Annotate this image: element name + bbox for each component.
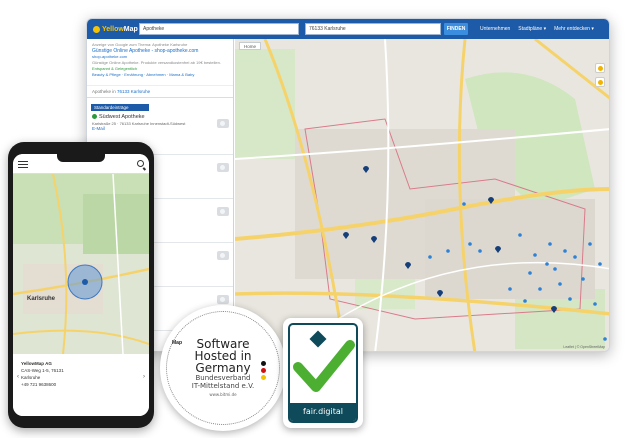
fair-digital-label: fair.digital <box>290 403 356 421</box>
search-icon[interactable] <box>137 160 144 167</box>
results-location-link[interactable]: 76133 Karlsruhe <box>117 89 150 94</box>
hamburger-menu-icon[interactable] <box>18 161 28 168</box>
software-hosted-in-germany-seal: Software Hosted in Germany Bundesverband… <box>160 305 286 431</box>
next-arrow-icon[interactable]: › <box>143 374 145 381</box>
fair-digital-badge: fair.digital <box>283 318 363 428</box>
flag-dot-gold <box>261 375 266 380</box>
ad-sitelink[interactable]: Beauty & Pflege <box>92 72 121 77</box>
main-nav: Unternehmen Stadtpläne ▾ Mehr entdecken … <box>480 19 594 39</box>
phone-notch <box>57 154 105 162</box>
ad-sitelinks: Beauty & Pflege · Ernährung · Abnehmen ·… <box>92 72 195 77</box>
tab-home[interactable]: Home <box>239 42 262 50</box>
search-where-input[interactable]: 76133 Karlsruhe <box>305 23 441 35</box>
find-button[interactable]: FINDEN <box>444 23 468 35</box>
ad-sitelink[interactable]: Ernährung <box>124 72 143 77</box>
business-city: Karlsruhe <box>21 375 41 380</box>
mobile-phone: Karlsruhe YellowMap AG CAS-Weg 1-5, 7613… <box>8 142 154 428</box>
email-link[interactable]: E-Mail <box>92 126 228 132</box>
top-navigation-bar: Yellow Map Apotheke 76133 Karlsruhe FINDE… <box>87 19 609 39</box>
camera-icon <box>217 207 229 216</box>
nav-item-mehr-entdecken[interactable]: Mehr entdecken ▾ <box>554 26 594 32</box>
previous-arrow-icon[interactable]: ‹ <box>17 374 19 381</box>
tab-standard-entries[interactable]: Standardeinträge <box>91 104 149 111</box>
map-watermark: Map <box>172 340 182 346</box>
map-city-label: Karlsruhe <box>27 296 56 302</box>
city-map[interactable] <box>235 39 610 352</box>
nav-item-unternehmen[interactable]: Unternehmen <box>480 26 510 32</box>
phone-screen: Karlsruhe YellowMap AG CAS-Weg 1-5, 7613… <box>13 154 149 416</box>
verified-check-icon <box>92 114 97 120</box>
nav-item-stadtplaene[interactable]: Stadtpläne ▾ <box>518 26 546 32</box>
promo-composition: Yellow Map Apotheke 76133 Karlsruhe FINDE… <box>0 0 630 438</box>
sponsored-ad: Anzeige von Google zum Thema: Apotheke K… <box>87 39 233 81</box>
camera-icon <box>217 295 229 304</box>
business-phone[interactable]: +49 721 9638600 <box>21 381 141 388</box>
business-name: YellowMap AG <box>21 361 52 366</box>
layer-control-button[interactable] <box>595 63 605 73</box>
results-heading: Apotheke in 76133 Karlsruhe <box>87 85 233 98</box>
business-street: CAS-Weg 1-5, 76131 <box>21 368 64 373</box>
brand-logo[interactable]: Yellow Map <box>93 25 138 33</box>
flag-dot-red <box>261 368 266 373</box>
phone-map[interactable] <box>13 174 149 354</box>
ad-sitelink[interactable]: Mama & Baby <box>169 72 194 77</box>
desktop-window: Yellow Map Apotheke 76133 Karlsruhe FINDE… <box>86 18 610 352</box>
camera-icon <box>217 251 229 260</box>
checkmark-icon <box>293 330 355 392</box>
logo-dot-icon <box>93 25 100 33</box>
ad-sitelink[interactable]: Abnehmen <box>146 72 165 77</box>
camera-icon <box>217 119 229 128</box>
locate-control-button[interactable] <box>595 77 605 87</box>
camera-icon <box>217 163 229 172</box>
map-attribution[interactable]: Leaflet | © OpenStreetMap <box>563 345 605 349</box>
business-card[interactable]: YellowMap AG CAS-Weg 1-5, 76131 Karlsruh… <box>13 354 149 416</box>
flag-dot-black <box>261 361 266 366</box>
search-what-input[interactable]: Apotheke <box>139 23 299 35</box>
